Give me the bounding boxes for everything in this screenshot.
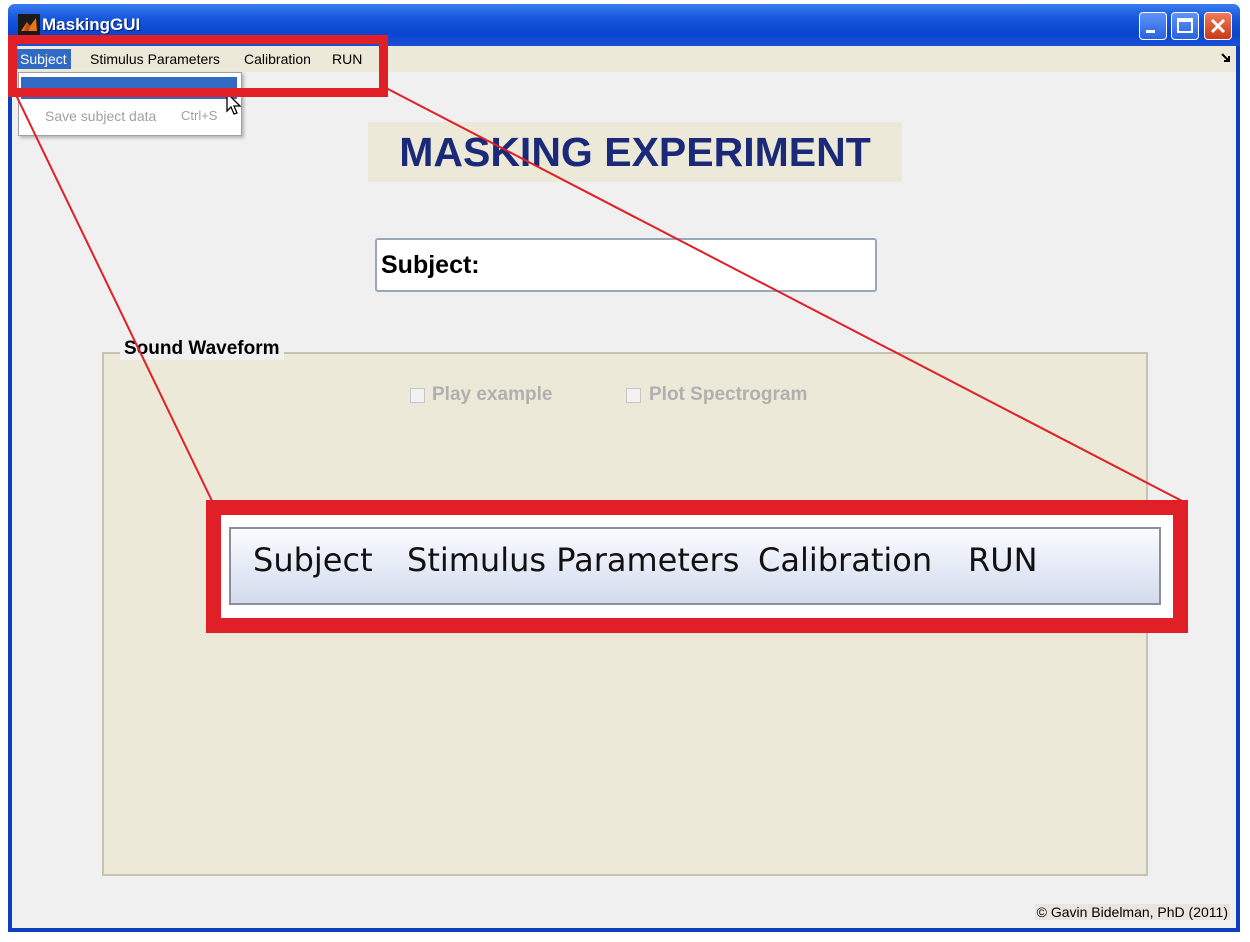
zoomed-menubar: Subject Stimulus Parameters Calibration …	[229, 527, 1161, 605]
save-subject-data-item[interactable]: Save subject data	[45, 108, 156, 124]
subject-field[interactable]: Subject:	[375, 238, 877, 292]
zoom-menu-run: RUN	[968, 541, 1038, 579]
zoomed-menubar-callout: Subject Stimulus Parameters Calibration …	[206, 500, 1188, 633]
title-banner: MASKING EXPERIMENT	[368, 122, 902, 182]
close-button[interactable]	[1204, 12, 1232, 40]
page-title: MASKING EXPERIMENT	[399, 129, 871, 175]
zoom-menu-subject: Subject	[253, 541, 373, 579]
save-subject-shortcut: Ctrl+S	[181, 108, 218, 123]
menu-highlight-frame	[8, 35, 388, 97]
copyright-notice: © Gavin Bidelman, PhD (2011)	[1034, 904, 1230, 920]
application-window: MaskingGUI Subject Stimulus Parameters C…	[8, 4, 1240, 932]
subject-label: Subject:	[381, 251, 480, 279]
window-title: MaskingGUI	[42, 15, 141, 34]
zoom-menu-calibration: Calibration	[758, 541, 933, 579]
minimize-icon	[1146, 30, 1155, 33]
play-example-checkbox[interactable]	[410, 388, 425, 403]
matlab-icon	[18, 14, 40, 36]
maximize-button[interactable]	[1171, 12, 1199, 40]
maximize-icon	[1177, 18, 1193, 33]
play-example-label: Play example	[432, 384, 553, 405]
minimize-button[interactable]	[1139, 12, 1167, 40]
close-icon	[1210, 18, 1226, 34]
plot-spectrogram-checkbox[interactable]	[626, 388, 641, 403]
sound-waveform-legend: Sound Waveform	[120, 338, 284, 360]
plot-spectrogram-label: Plot Spectrogram	[649, 384, 808, 405]
zoom-menu-stimulus-parameters: Stimulus Parameters	[407, 541, 740, 579]
window-client-area: Subject Stimulus Parameters Calibration …	[12, 46, 1236, 928]
toolbar-arrow-icon[interactable]	[1220, 52, 1232, 64]
